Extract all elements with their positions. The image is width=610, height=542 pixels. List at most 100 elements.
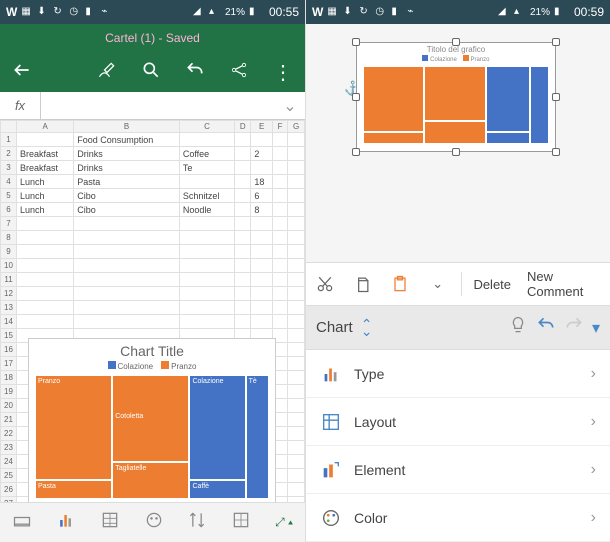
- tm-cotoletta: Cotoletta: [112, 375, 189, 462]
- tm-caffe: Caffè: [189, 480, 245, 499]
- ribbon-item-type[interactable]: Type›: [306, 350, 610, 398]
- usb-icon: ⌁: [407, 6, 419, 18]
- tm-pranzo: Pranzo: [35, 375, 112, 480]
- redo-button[interactable]: [564, 315, 584, 340]
- tm-tagliatelle: Tagliatelle: [112, 462, 189, 499]
- wifi-icon: ◢: [193, 6, 205, 18]
- table-button[interactable]: [100, 510, 120, 535]
- type-icon: [320, 363, 342, 385]
- left-phone: W ▦ ⬇ ↻ ◷ ▮ ⌁ ◢ ▴ 21% ▮ 00:55 Cartel (1)…: [0, 0, 305, 542]
- resize-handle[interactable]: [452, 38, 460, 46]
- fx-label: fx: [0, 98, 40, 113]
- legend-swatch-colazione: [108, 361, 116, 369]
- layout-icon: [320, 411, 342, 433]
- signal-icon: ▴: [209, 6, 221, 18]
- chevron-right-icon: ›: [591, 413, 596, 431]
- keyboard-button[interactable]: [12, 510, 32, 535]
- clock-icon: ◷: [69, 6, 81, 18]
- chart-legend: Colazione Pranzo: [29, 361, 275, 375]
- refresh-icon: ↻: [53, 6, 65, 18]
- clock-time: 00:59: [574, 5, 604, 19]
- back-button[interactable]: [12, 60, 32, 85]
- status-bar-right: W ▦ ⬇ ↻ ◷ ▮ ⌁ ◢ ▴ 21% ▮ 00:59: [306, 0, 610, 24]
- formula-bar: fx ⌄: [0, 92, 305, 120]
- resize-handle[interactable]: [352, 148, 360, 156]
- resize-handle[interactable]: [452, 148, 460, 156]
- formula-input[interactable]: [40, 92, 275, 119]
- refresh-icon: ↻: [359, 6, 371, 18]
- chart-title: Chart Title: [29, 339, 275, 361]
- download-icon: ⬇: [343, 6, 355, 18]
- resize-handle[interactable]: [352, 38, 360, 46]
- formula-expand[interactable]: ⌄: [275, 96, 305, 116]
- search-button[interactable]: [141, 60, 161, 85]
- ribbon-tab-name[interactable]: Chart: [316, 319, 353, 336]
- object-chart-legend: Colazione Pranzo: [357, 54, 555, 64]
- chevron-right-icon: ›: [591, 365, 596, 383]
- legend-swatch-pranzo: [161, 361, 169, 369]
- new-comment-button[interactable]: New Comment: [523, 269, 606, 299]
- grid-button[interactable]: [231, 510, 251, 535]
- resize-handle[interactable]: [552, 93, 560, 101]
- tm-te: Tè: [246, 375, 269, 499]
- spreadsheet[interactable]: ABCDEFG1Food Consumption2BreakfastDrinks…: [0, 120, 305, 502]
- battery-percent: 21%: [225, 7, 245, 18]
- tab-switcher[interactable]: ⌃⌄: [361, 321, 373, 335]
- treemap-area: Pranzo Cotoletta Pasta Tagliatelle Colaz…: [35, 375, 269, 499]
- element-icon: [320, 459, 342, 481]
- undo-button[interactable]: [185, 60, 205, 85]
- switch-button[interactable]: [187, 510, 207, 535]
- chevron-right-icon: ›: [591, 461, 596, 479]
- collapse-button[interactable]: ▾: [592, 318, 600, 338]
- battery-icon: ▮: [249, 6, 261, 18]
- battery-percent: 21%: [530, 7, 550, 18]
- ribbon-header: Chart ⌃⌄ ▾: [306, 306, 610, 350]
- app-icon-w: W: [6, 5, 17, 19]
- color-icon: [320, 507, 342, 529]
- tm-pasta: Pasta: [35, 480, 112, 499]
- resize-handle[interactable]: [552, 148, 560, 156]
- cut-button[interactable]: [310, 267, 340, 301]
- ribbon-item-color[interactable]: Color›: [306, 494, 610, 542]
- copy-button[interactable]: [348, 267, 378, 301]
- context-toolbar: ⌄ Delete New Comment: [306, 262, 610, 306]
- notification-icon: ▦: [327, 6, 339, 18]
- clock-icon: ◷: [375, 6, 387, 18]
- style-button[interactable]: [144, 510, 164, 535]
- signal-icon: ▴: [514, 6, 526, 18]
- right-phone: W ▦ ⬇ ↻ ◷ ▮ ⌁ ◢ ▴ 21% ▮ 00:59 ⚓ Titolo d…: [305, 0, 610, 542]
- status-bar-left: W ▦ ⬇ ↻ ◷ ▮ ⌁ ◢ ▴ 21% ▮ 00:55: [0, 0, 305, 24]
- draw-button[interactable]: [97, 60, 117, 85]
- more-button[interactable]: ⋮: [273, 60, 293, 85]
- selected-chart-object[interactable]: Titolo del grafico Colazione Pranzo: [356, 42, 556, 152]
- paste-button[interactable]: [385, 267, 415, 301]
- memory-icon: ▮: [85, 6, 97, 18]
- paste-options-button[interactable]: ⌄: [423, 267, 453, 301]
- resize-handle[interactable]: [352, 93, 360, 101]
- tm-colazione: Colazione: [189, 375, 245, 480]
- memory-icon: ▮: [391, 6, 403, 18]
- chart-insert-button[interactable]: [56, 510, 76, 535]
- usb-icon: ⌁: [101, 6, 113, 18]
- share-button[interactable]: [229, 60, 249, 85]
- action-bar: ⋮: [0, 52, 305, 92]
- notification-icon: ▦: [21, 6, 33, 18]
- ribbon-item-element[interactable]: Element›: [306, 446, 610, 494]
- ribbon-items: Type›Layout›Element›Color›: [306, 350, 610, 542]
- battery-icon: ▮: [554, 6, 566, 18]
- ribbon-item-layout[interactable]: Layout›: [306, 398, 610, 446]
- wifi-icon: ◢: [498, 6, 510, 18]
- undo-button[interactable]: [536, 315, 556, 340]
- hint-button[interactable]: [508, 315, 528, 340]
- chevron-right-icon: ›: [591, 509, 596, 527]
- download-icon: ⬇: [37, 6, 49, 18]
- expand-button[interactable]: ⤢ ▴: [275, 515, 293, 530]
- object-treemap: [363, 66, 549, 144]
- resize-handle[interactable]: [552, 38, 560, 46]
- clock-time: 00:55: [269, 5, 299, 19]
- embedded-chart[interactable]: Chart Title Colazione Pranzo Pranzo Coto…: [28, 338, 276, 502]
- slide-canvas[interactable]: ⚓ Titolo del grafico Colazione Pranzo: [306, 24, 610, 262]
- bottom-toolbar: ⤢ ▴: [0, 502, 305, 542]
- app-icon-w: W: [312, 5, 323, 19]
- delete-button[interactable]: Delete: [469, 277, 515, 292]
